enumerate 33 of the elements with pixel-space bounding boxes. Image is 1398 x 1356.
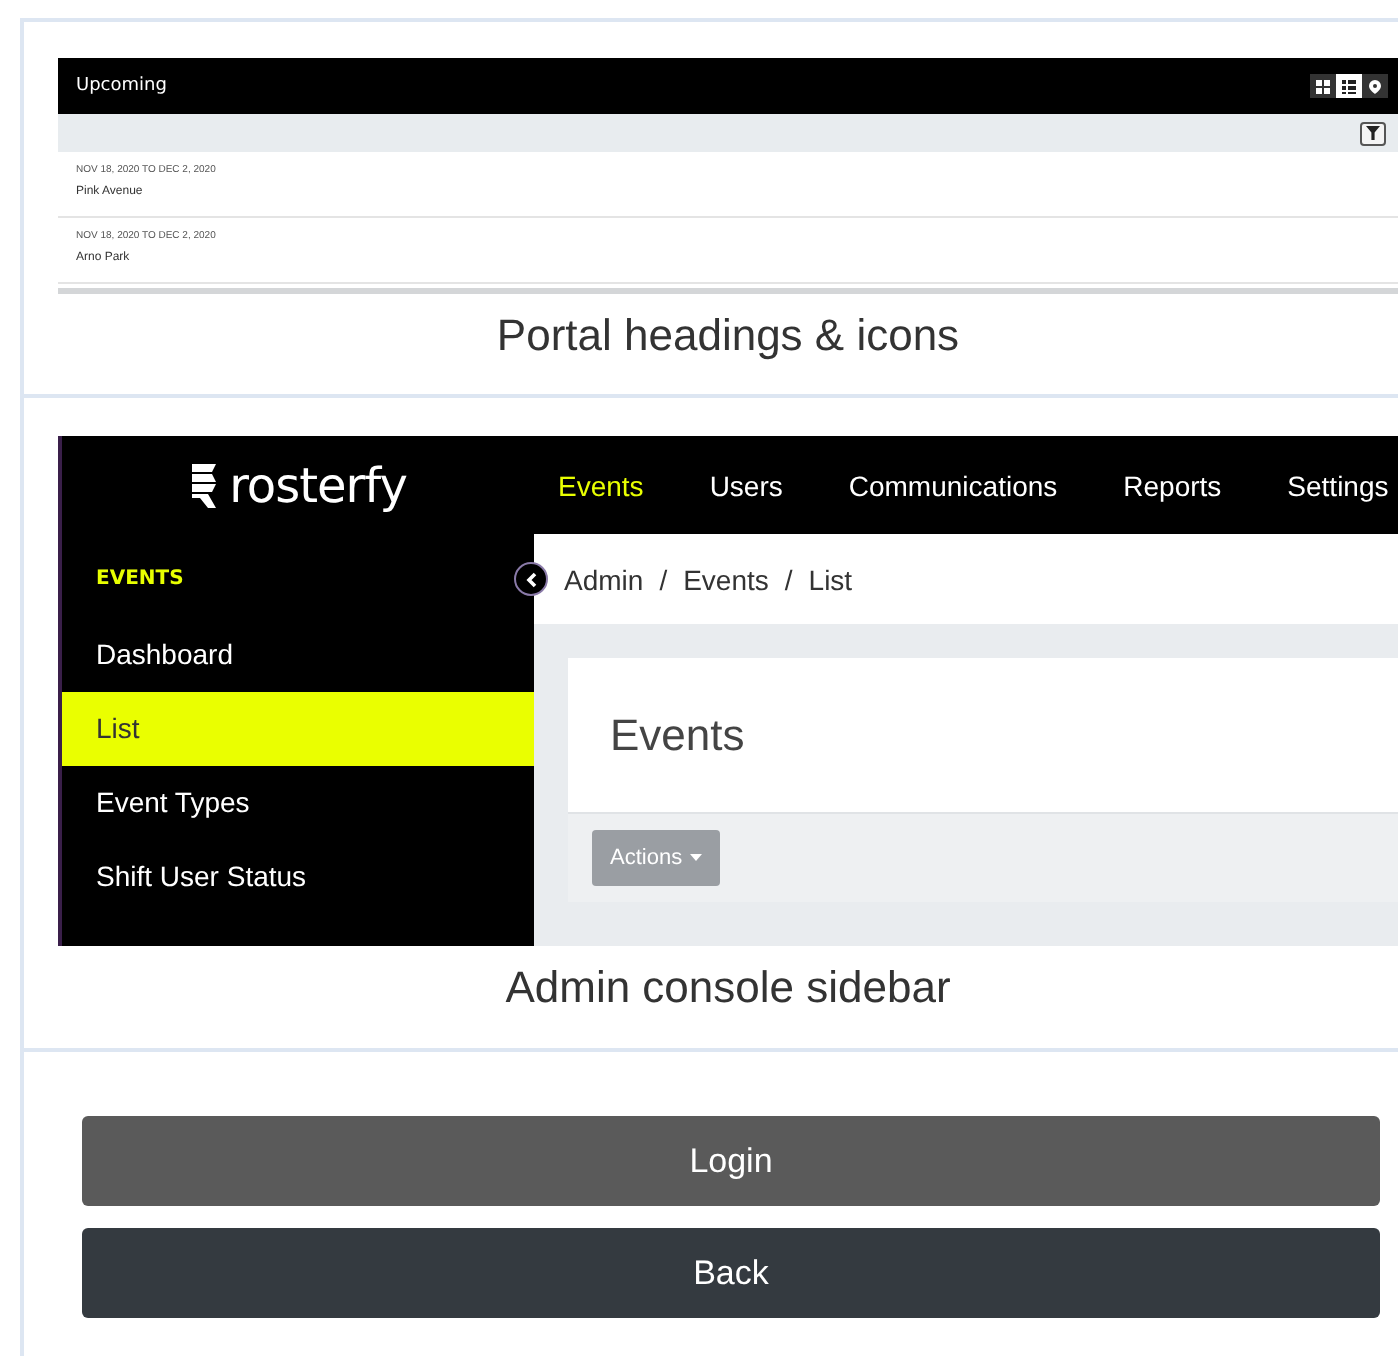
breadcrumb-link[interactable]: Admin [564,563,644,595]
filter-button[interactable] [1360,121,1386,145]
caption: Portal headings & icons [494,310,962,362]
logo-icon [189,463,218,507]
chevron-left-icon [525,571,537,587]
login-button[interactable]: Login [82,1116,1380,1206]
sidebar-item[interactable]: Dashboard [62,618,534,692]
caption: Admin console sidebar [503,962,953,1014]
breadcrumb-separator: / [784,563,793,595]
sidebar-item[interactable]: List [62,692,534,766]
nav-link[interactable]: Reports [1123,469,1222,501]
sidebar-item[interactable]: Shift User Status [62,840,534,914]
page-title: Events [610,709,745,761]
nav-link[interactable]: Events [558,469,644,501]
list-icon [1342,79,1356,93]
funnel-icon [1366,126,1380,140]
caret-down-icon [690,854,703,862]
grid-icon [1316,79,1330,93]
back-button[interactable]: Back [82,1228,1380,1318]
sidebar-item[interactable]: Event Types [62,766,534,840]
breadcrumb-link[interactable]: List [808,563,853,595]
nav-link[interactable]: Communications [848,469,1058,501]
portal-heading: Upcoming [76,76,167,96]
grid-view-button[interactable] [1310,74,1336,98]
nav-link[interactable]: Settings [1287,469,1389,501]
breadcrumb-link[interactable]: Events [683,563,769,595]
nav-link[interactable]: Users [709,469,783,501]
logo-wordmark: rosterfy [229,457,407,513]
sidebar-heading: EVENTS [96,568,184,590]
breadcrumb-separator: / [659,563,668,595]
collapse-button[interactable] [514,562,548,596]
map-pin-icon [1368,79,1382,93]
list-view-button[interactable] [1336,74,1362,98]
